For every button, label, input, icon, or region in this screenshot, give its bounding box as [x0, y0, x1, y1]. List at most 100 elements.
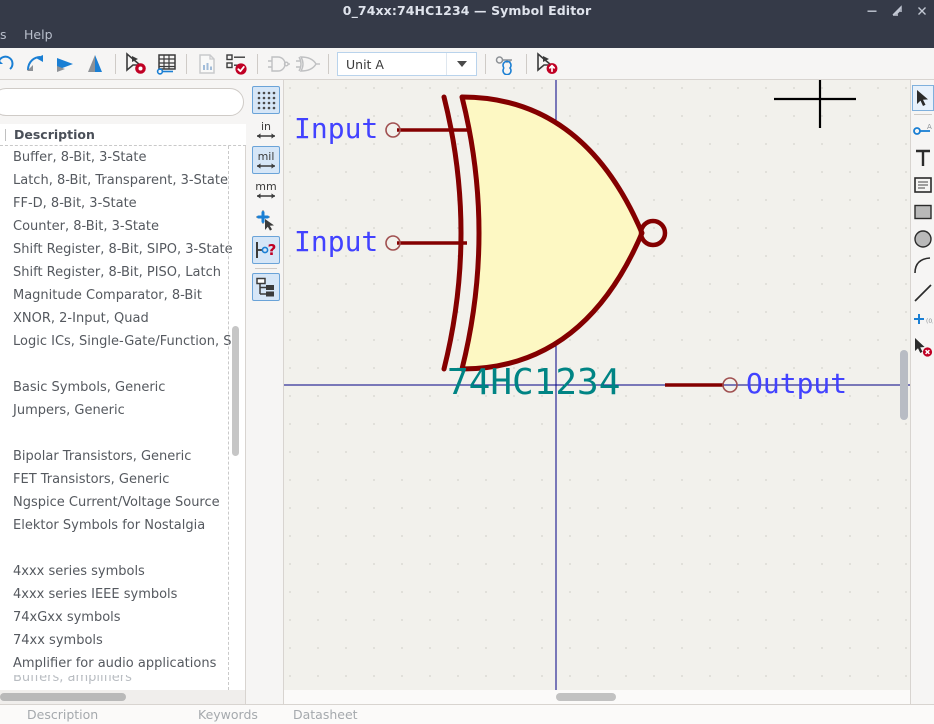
tree-row[interactable]: Magnitude Comparator, 8-Bit [0, 284, 245, 307]
toggle-tree-panel-button[interactable] [251, 273, 280, 301]
canvas-vertical-scrollbar[interactable] [900, 350, 908, 420]
tree-row[interactable]: FET Transistors, Generic [0, 468, 245, 491]
unit-select-arrow[interactable] [446, 53, 476, 75]
tree-row[interactable]: Shift Register, 8-Bit, PISO, Latch [0, 261, 245, 284]
tree-row[interactable]: Bipolar Transistors, Generic [0, 445, 245, 468]
datasheet-button [192, 49, 222, 79]
tree-row[interactable]: Jumpers, Generic [0, 399, 245, 422]
erc-check-button[interactable] [222, 49, 252, 79]
pin-output-label: Output [746, 367, 847, 400]
tree-row[interactable]: Ngspice Current/Voltage Source [0, 491, 245, 514]
svg-text:mil: mil [257, 150, 274, 163]
mirror-vertical-button[interactable] [80, 49, 110, 79]
pin-input-top-label: Input [294, 112, 378, 145]
tab-description[interactable]: Description [27, 705, 98, 724]
cursor-delete-icon [914, 338, 932, 357]
tree-column-header[interactable]: Description [0, 124, 246, 146]
symbol-search-wrapper [0, 88, 244, 116]
toolbar-separator [913, 114, 932, 115]
symbol-canvas[interactable]: Input Input Output 74HC1234 公众号 · KiCad [284, 80, 910, 704]
close-window-button[interactable] [916, 5, 928, 17]
canvas-horizontal-scrollbar[interactable] [284, 690, 910, 704]
symbol-properties-button[interactable] [121, 49, 151, 79]
tree-row[interactable]: Amplifier for audio applications [0, 652, 245, 675]
deMorgan-alternate-button [293, 49, 323, 79]
tree-row[interactable]: FF-D, 8-Bit, 3-State [0, 192, 245, 215]
symbol-export-button[interactable] [532, 49, 562, 79]
tree-row[interactable]: XNOR, 2-Input, Quad [0, 307, 245, 330]
units-mils-button[interactable]: mil [251, 146, 280, 174]
toolbar-separator [526, 54, 527, 74]
add-textbox-tool-button[interactable] [912, 172, 934, 198]
add-circle-tool-button[interactable] [912, 226, 934, 252]
show-hidden-pins-button[interactable]: ? [251, 236, 280, 264]
tree-row[interactable]: 4xxx series IEEE symbols [0, 583, 245, 606]
tree-vertical-scrollbar[interactable] [232, 326, 239, 456]
tree-row[interactable]: Shift Register, 8-Bit, SIPO, 3-State [0, 238, 245, 261]
anchor-origin-icon: (0, [913, 314, 933, 325]
add-pin-tool-button[interactable]: A [912, 118, 934, 144]
units-mm-button[interactable]: mm [252, 176, 280, 204]
tree-row[interactable]: Elektor Symbols for Nostalgia [0, 514, 245, 537]
units-mm-icon: mm [255, 180, 276, 199]
add-text-tool-button[interactable] [912, 145, 934, 171]
main-toolbar: Unit A [0, 48, 934, 80]
window-controls [866, 0, 928, 22]
tree-row[interactable]: 4xxx series symbols [0, 560, 245, 583]
tree-horizontal-scrollbar[interactable] [0, 690, 246, 704]
minimize-window-button[interactable] [866, 5, 878, 17]
tree-row[interactable]: 74xx symbols [0, 629, 245, 652]
pin-sync-button[interactable] [491, 49, 521, 79]
svg-text:in: in [260, 120, 270, 133]
arc-icon [913, 257, 930, 274]
toolbar-separator [115, 54, 116, 74]
svg-text:(0,: (0, [926, 318, 933, 325]
tree-row[interactable]: 74xGxx symbols [0, 606, 245, 629]
menu-item-truncated[interactable]: s [0, 22, 13, 48]
tree-row[interactable]: Buffers, amplifiers [0, 675, 245, 687]
chevron-down-icon [456, 61, 467, 67]
tree-row[interactable]: Buffer, 8-Bit, 3-State [0, 146, 245, 169]
units-inch-icon: in [256, 120, 275, 139]
tree-row[interactable]: Logic ICs, Single-Gate/Function, S [0, 330, 245, 353]
toggle-cursor-button[interactable] [252, 206, 280, 234]
svg-text:mm: mm [255, 180, 276, 193]
unit-select-value: Unit A [346, 56, 384, 72]
menu-item-help[interactable]: Help [18, 22, 59, 48]
add-rectangle-tool-button[interactable] [912, 199, 934, 225]
symbol-value-text: 74HC1234 [447, 362, 620, 403]
tree-row-spacer [0, 422, 245, 445]
mirror-horizontal-button[interactable] [50, 49, 80, 79]
units-mil-icon: mil [256, 150, 275, 169]
delete-tool-button[interactable] [912, 334, 934, 360]
redo-button[interactable] [20, 49, 50, 79]
undo-button[interactable] [0, 49, 20, 79]
canvas-horizontal-scroll-thumb[interactable] [556, 693, 616, 701]
tree-row[interactable]: Basic Symbols, Generic [0, 376, 245, 399]
text-box-icon [913, 177, 932, 193]
add-arc-tool-button[interactable] [912, 253, 934, 279]
tab-keywords[interactable]: Keywords [198, 705, 258, 724]
tab-datasheet[interactable]: Datasheet [293, 705, 358, 724]
tree-row[interactable]: Latch, 8-Bit, Transparent, 3-State [0, 169, 245, 192]
symbol-search-input[interactable] [0, 88, 244, 116]
window-title: 0_74xx:74HC1234 — Symbol Editor [342, 3, 592, 18]
units-inches-button[interactable]: in [252, 116, 280, 144]
full-crosshair-cursor-icon [255, 210, 274, 231]
maximize-window-button[interactable] [891, 5, 903, 17]
select-tool-button[interactable] [911, 85, 934, 111]
toggle-grid-button[interactable] [251, 86, 280, 114]
arrow-cursor-icon [916, 90, 928, 106]
pin-table-button[interactable] [151, 49, 181, 79]
title-bar: 0_74xx:74HC1234 — Symbol Editor [0, 0, 934, 22]
toolbar-separator [328, 54, 329, 74]
unit-select[interactable]: Unit A [337, 52, 477, 76]
set-anchor-tool-button[interactable]: (0, [912, 307, 934, 333]
tree-row[interactable]: Counter, 8-Bit, 3-State [0, 215, 245, 238]
add-line-tool-button[interactable] [912, 280, 934, 306]
tree-horizontal-scroll-thumb[interactable] [0, 693, 126, 701]
canvas-drawing-area[interactable]: Input Input Output 74HC1234 [284, 80, 910, 704]
symbol-tree-icon [255, 277, 274, 297]
symbol-tree-list[interactable]: Buffer, 8-Bit, 3-State Latch, 8-Bit, Tran… [0, 146, 246, 690]
circle-icon [913, 230, 932, 248]
